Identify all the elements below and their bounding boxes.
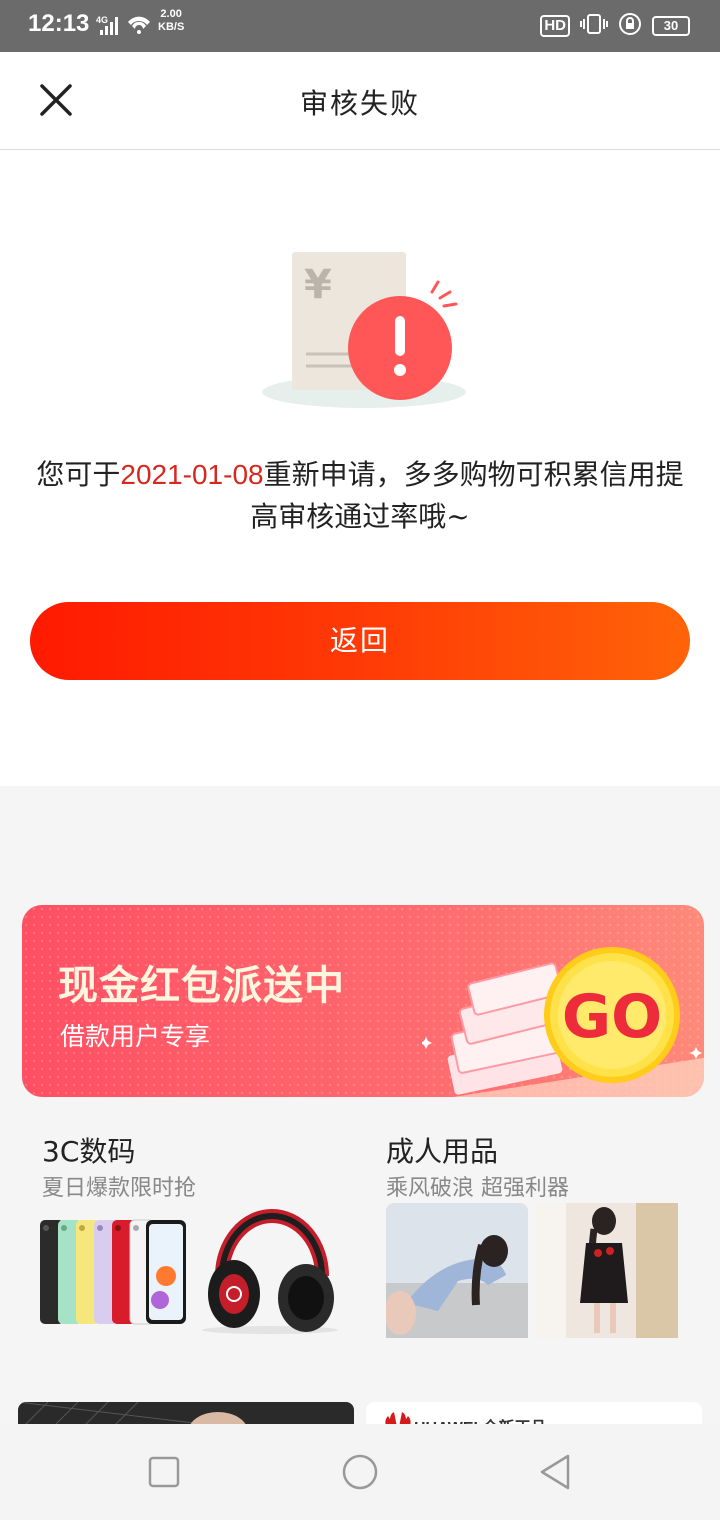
category-subtitle: 乘风破浪 超强利器 (386, 1176, 569, 1201)
money-go-illustration: GO (420, 935, 704, 1097)
go-icon: GO (562, 982, 662, 1052)
banner-title: 现金红包派送中 (58, 963, 345, 1009)
status-bar: 12:13 4G 2.00 KB/S HD 30 (0, 0, 720, 52)
category-3c-digital[interactable]: 3C数码 夏日爆款限时抢 (22, 1110, 352, 1370)
reapply-message: 您可于2021-01-08重新申请，多多购物可积累信用提高审核通过率哦~ (36, 458, 684, 533)
back-button[interactable]: 返回 (30, 602, 690, 680)
triangle-back-icon (540, 1454, 570, 1490)
category-subtitle: 夏日爆款限时抢 (42, 1176, 197, 1201)
network-type: 4G (96, 15, 108, 25)
headphones-image (198, 1190, 348, 1344)
home-button[interactable] (340, 1452, 380, 1492)
result-panel: ¥ 您可于2021-01-08重新申请，多多购物可积累信用提高审核通过率哦~ 返… (0, 150, 720, 786)
failure-illustration: ¥ (258, 246, 468, 416)
hd-icon: HD (540, 15, 570, 37)
product-photo-1 (384, 1203, 528, 1342)
back-nav-button[interactable] (536, 1452, 576, 1492)
page-title: 审核失败 (299, 87, 420, 120)
circle-icon (342, 1454, 378, 1490)
signal-icon: 4G (96, 14, 156, 40)
category-title: 成人用品 (386, 1135, 499, 1168)
network-speed: 2.00 KB/S (158, 8, 185, 33)
recents-button[interactable] (144, 1452, 184, 1492)
status-time: 12:13 (28, 10, 90, 37)
header-bar: 审核失败 (0, 52, 720, 150)
yuan-icon: ¥ (304, 262, 332, 308)
phones-image (40, 1218, 190, 1332)
product-photo-2 (536, 1203, 678, 1342)
banner-subtitle: 借款用户专享 (60, 1022, 211, 1051)
category-adult-products[interactable]: 成人用品 乘风破浪 超强利器 (366, 1110, 704, 1370)
battery-icon: 30 (652, 16, 690, 36)
reapply-date: 2021-01-08 (120, 459, 264, 490)
cash-redpacket-banner[interactable]: 现金红包派送中 借款用户专享 GO (22, 905, 704, 1097)
square-icon (148, 1456, 180, 1488)
vibrate-icon (580, 12, 608, 40)
category-title: 3C数码 (42, 1135, 136, 1168)
system-navigation-bar (0, 1424, 720, 1520)
lock-rotation-icon (618, 12, 642, 40)
